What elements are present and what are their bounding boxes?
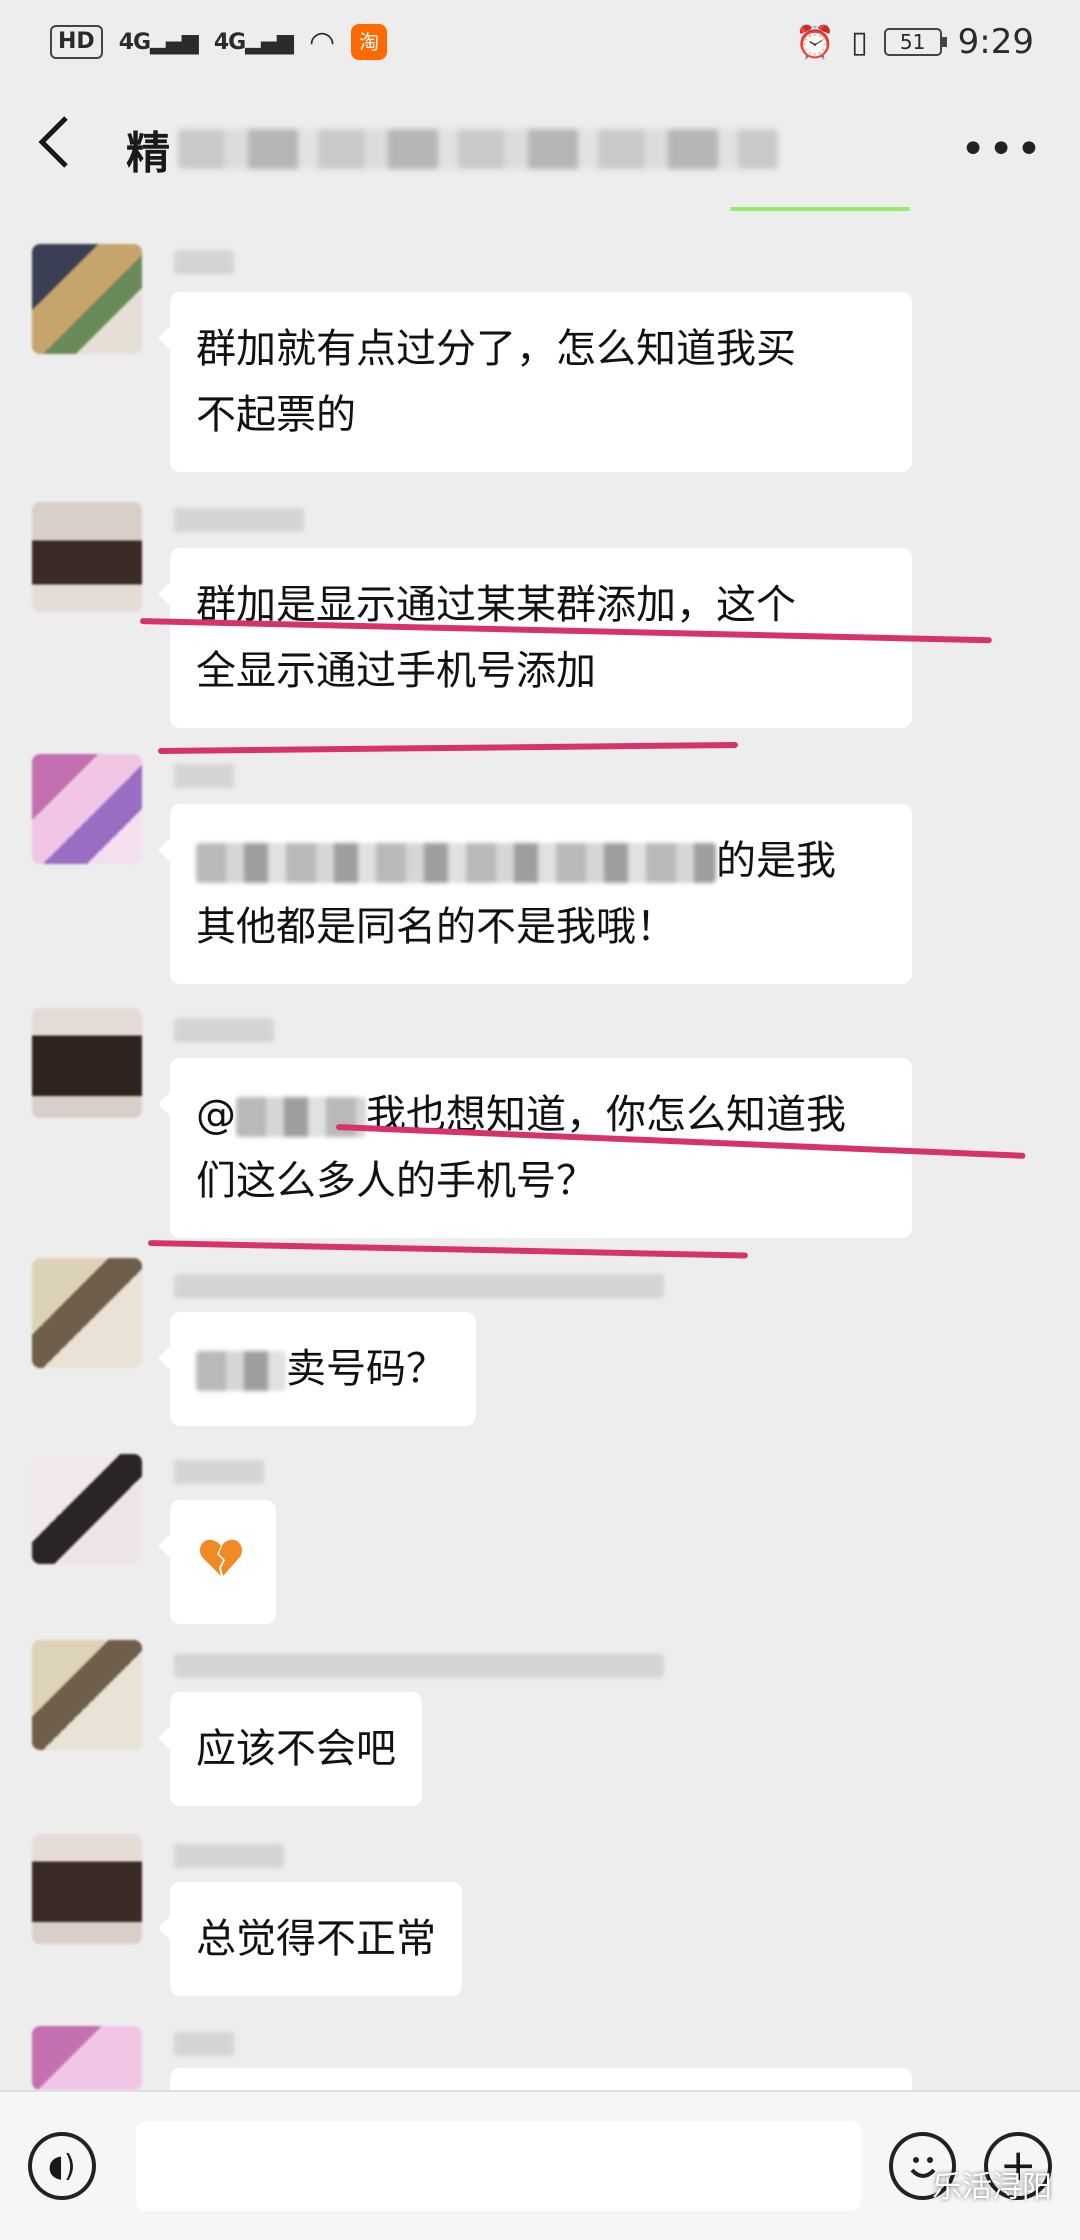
battery-icon: 51 [883,28,947,56]
message-text-line: 的是我 [196,828,886,894]
clock: 9:29 [957,22,1034,62]
broken-heart-icon [198,1534,244,1580]
message-text-line: 应该不会吧 [196,1726,396,1772]
message-bubble[interactable]: 的是我 其他都是同名的不是我哦！ [158,804,912,984]
more-dots-icon[interactable]: ••• [960,124,1044,175]
message-text-line: 们这么多人的手机号？ [196,1158,596,1204]
chat-header: 精 ••• [0,84,1080,214]
message-bubble[interactable]: 卖号码？ [158,1312,476,1426]
chat-title-blurred [178,129,778,169]
alarm-icon: ⏰ [795,23,836,61]
message-bubble[interactable]: 群加就有点过分了，怎么知道我买 不起票的 [158,292,912,472]
nickname-blurred [174,508,304,532]
message-bubble[interactable]: 总觉得不正常 [158,1882,462,1996]
status-right: ⏰ ▯ 51 9:29 [795,22,1034,62]
message-text-line: 其他都是同名的不是我哦！ [196,904,676,950]
input-bar: ◖) + [0,2090,1080,2240]
message-bubble[interactable] [158,2068,912,2126]
blurred-text [196,1351,286,1391]
avatar[interactable] [32,1008,142,1118]
nickname-blurred [174,1018,274,1042]
voice-icon[interactable]: ◖) [28,2132,96,2200]
watermark: 乐活浔阳 [932,2170,1052,2205]
highlight-underline [157,741,738,754]
hd-badge: HD [50,25,103,59]
blurred-text [236,1097,366,1137]
message-text-line: 总觉得不正常 [196,1916,436,1962]
nickname-blurred [174,250,234,274]
signal-icon-2: 4G▂▄▆ [213,29,294,55]
status-left: HD 4G▂▄▆ 4G▂▄▆ ◠ 淘 [50,24,388,60]
avatar[interactable] [32,1640,142,1750]
blurred-text [196,843,716,883]
message-text-line: 全显示通过手机号添加 [196,648,596,694]
signal-icon-1: 4G▂▄▆ [118,29,199,55]
back-chevron-icon[interactable] [36,114,96,184]
nickname-blurred [174,1654,664,1678]
nickname-blurred [174,2032,234,2056]
nickname-blurred [174,764,234,788]
avatar[interactable] [32,2026,142,2090]
avatar[interactable] [32,1454,142,1564]
wifi-icon: ◠ [308,24,336,60]
avatar[interactable] [32,502,142,612]
avatar[interactable] [32,244,142,354]
message-bubble[interactable] [158,1500,276,1624]
nickname-blurred [174,1844,284,1868]
vibrate-icon: ▯ [851,24,868,60]
taobao-app-icon: 淘 [351,24,388,60]
chat-title: 精 [126,128,170,179]
message-text-line: 卖号码？ [196,1336,450,1402]
nickname-blurred [174,1460,264,1484]
header-accent-line [730,207,910,211]
avatar[interactable] [32,754,142,864]
avatar[interactable] [32,1258,142,1368]
status-bar: HD 4G▂▄▆ 4G▂▄▆ ◠ 淘 ⏰ ▯ 51 9:29 [0,0,1080,84]
message-text-line: 不起票的 [196,392,356,438]
highlight-underline [147,1240,748,1259]
message-text-line: 群加就有点过分了，怎么知道我买 [196,326,796,372]
nickname-blurred [174,1274,664,1298]
avatar[interactable] [32,1834,142,1944]
message-bubble[interactable]: 应该不会吧 [158,1692,422,1806]
message-input[interactable] [135,2121,861,2211]
